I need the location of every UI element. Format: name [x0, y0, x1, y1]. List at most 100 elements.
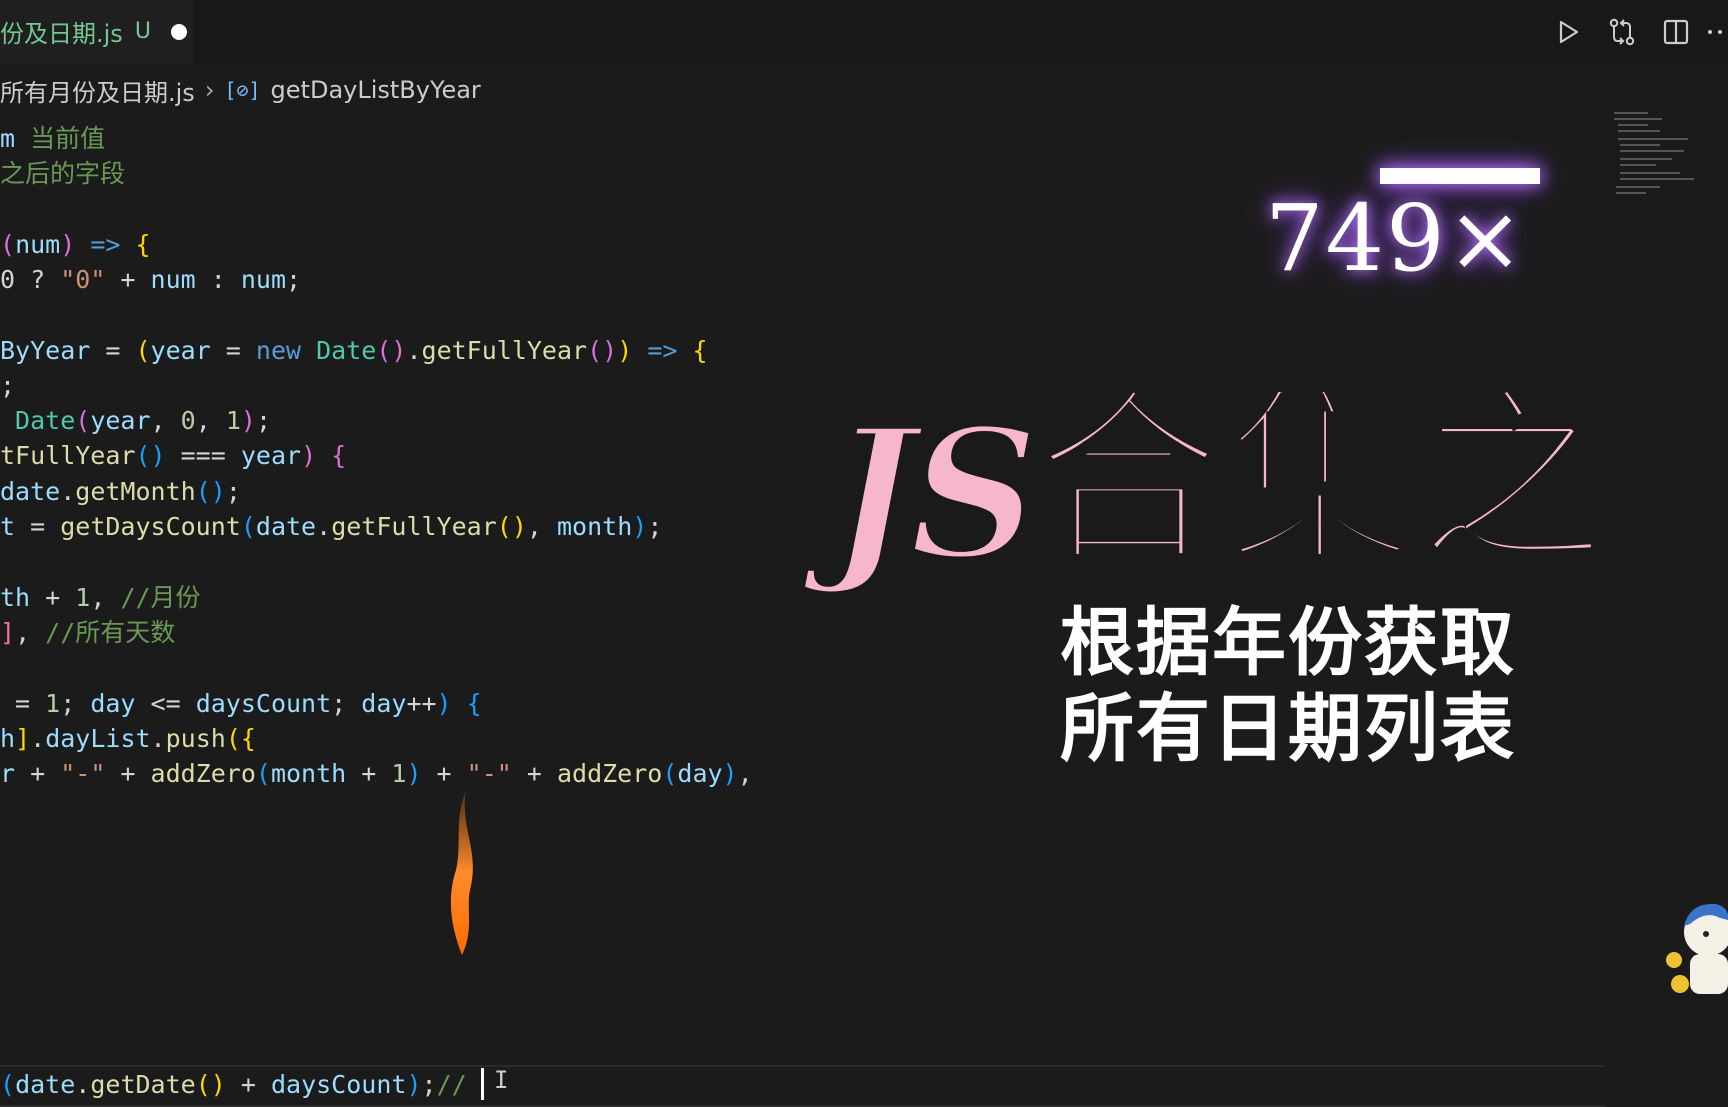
code-line: tFullYear() === year) { [0, 437, 346, 475]
code-token: getFullYear [421, 336, 588, 365]
code-token: <= [135, 689, 196, 718]
code-token: 1 [225, 406, 241, 435]
code-line: r + "-" + addZero(month + 1) + "-" + add… [0, 755, 753, 793]
code-token: addZero [556, 759, 663, 788]
code-token: = [15, 512, 61, 541]
more-icon [1708, 30, 1722, 34]
code-token: () [135, 441, 166, 470]
code-line: ], //所有天数 [0, 614, 175, 652]
minimap[interactable] [1614, 108, 1694, 198]
code-token: ( [135, 336, 151, 365]
code-token: push [165, 724, 226, 753]
code-line: (date.getDate() + daysCount);// [0, 1066, 467, 1104]
code-token: month [556, 512, 633, 541]
code-line: ByYear = (year = new Date().getFullYear(… [0, 332, 708, 370]
tab-git-status: U [134, 19, 151, 44]
code-token: num [15, 230, 61, 259]
code-token: m [0, 124, 31, 153]
code-token: ) [240, 406, 256, 435]
code-token: 之后的字段 [0, 159, 126, 188]
code-line: t = getDaysCount(date.getFullYear(), mon… [0, 508, 662, 546]
code-line: date.getMonth(); [0, 473, 241, 511]
code-token: + [346, 759, 392, 788]
code-token: h [0, 724, 16, 753]
code-token: day [90, 689, 136, 718]
code-token: , [195, 406, 226, 435]
code-line: ; [0, 367, 15, 405]
code-line: m 当前值 [0, 120, 105, 158]
split-editor-button[interactable] [1656, 12, 1696, 52]
code-token: month [270, 759, 347, 788]
code-token: () [496, 512, 527, 541]
code-token: : [195, 265, 241, 294]
code-line: (num) => { [0, 226, 151, 264]
code-token: getMonth [75, 477, 196, 506]
code-token: , [737, 759, 753, 788]
code-token: ) [406, 1070, 422, 1099]
code-token: getDate [90, 1070, 196, 1099]
text-cursor [481, 1068, 484, 1100]
code-line: 之后的字段 [0, 155, 125, 193]
git-compare-icon [1609, 18, 1635, 46]
breadcrumb-symbol[interactable]: getDayListByYear [271, 76, 481, 104]
code-token: getFullYear [331, 512, 497, 541]
code-token: + [30, 583, 76, 612]
code-line: = 1; day <= daysCount; day++) { [0, 685, 482, 723]
code-token: + [511, 759, 557, 788]
code-token: () [195, 477, 226, 506]
open-changes-button[interactable] [1602, 12, 1642, 52]
code-token: num [240, 265, 286, 294]
code-token: + [105, 265, 151, 294]
unsaved-dot-icon[interactable] [170, 23, 187, 40]
code-token: date [15, 1070, 76, 1099]
code-line: Date(year, 0, 1); [0, 402, 271, 440]
code-token: 0 ? [0, 265, 61, 294]
code-token: getDaysCount [60, 512, 241, 541]
breadcrumb: 所有月份及日期.js › [⊘] getDayListByYear [0, 66, 481, 114]
more-actions-button[interactable] [1704, 12, 1728, 52]
code-token: day [677, 759, 723, 788]
code-token: === [165, 441, 241, 470]
code-token: + [225, 1070, 271, 1099]
split-editor-icon [1663, 19, 1689, 45]
chevron-right-icon: › [204, 76, 215, 104]
tab-active-file[interactable]: 份及日期.js U [0, 0, 193, 64]
i-beam-cursor-icon: I [494, 1066, 509, 1094]
code-token: ) [722, 759, 738, 788]
code-token: year [240, 441, 302, 470]
code-token: ; [225, 477, 241, 506]
code-token: + [105, 759, 151, 788]
code-token: ( [0, 230, 16, 259]
code-token: ({ [225, 724, 256, 753]
code-token: ] [0, 618, 16, 647]
code-token: //所有天数 [45, 618, 176, 647]
code-token: => [632, 336, 693, 365]
code-token: ) [60, 230, 91, 259]
code-token: { [466, 689, 482, 718]
code-token: daysCount [195, 689, 332, 718]
code-token: () [587, 336, 618, 365]
code-token: ) [301, 441, 332, 470]
code-token: 0 [180, 406, 196, 435]
code-token: ] [15, 724, 31, 753]
code-token: "-" [466, 759, 512, 788]
code-token: . [75, 1070, 91, 1099]
code-token: . [60, 477, 76, 506]
code-token: { [331, 441, 347, 470]
code-token: ) [406, 759, 422, 788]
code-editor[interactable]: m 当前值 之后的字段 (num) => {0 ? "0" + num : num;… [0, 120, 1605, 1107]
run-button[interactable] [1548, 12, 1588, 52]
code-token: dayList [45, 724, 151, 753]
code-token: = [210, 336, 256, 365]
breadcrumb-file[interactable]: 所有月份及日期.js [0, 73, 195, 108]
code-token: // [436, 1070, 467, 1099]
code-token: . [406, 336, 422, 365]
code-line: h].dayList.push({ [0, 720, 256, 758]
code-token: () [195, 1070, 226, 1099]
code-token: num [150, 265, 196, 294]
code-token: , [90, 583, 121, 612]
code-token: day [361, 689, 407, 718]
code-token: t [0, 512, 16, 541]
code-token: daysCount [270, 1070, 407, 1099]
code-token: ; [60, 689, 91, 718]
